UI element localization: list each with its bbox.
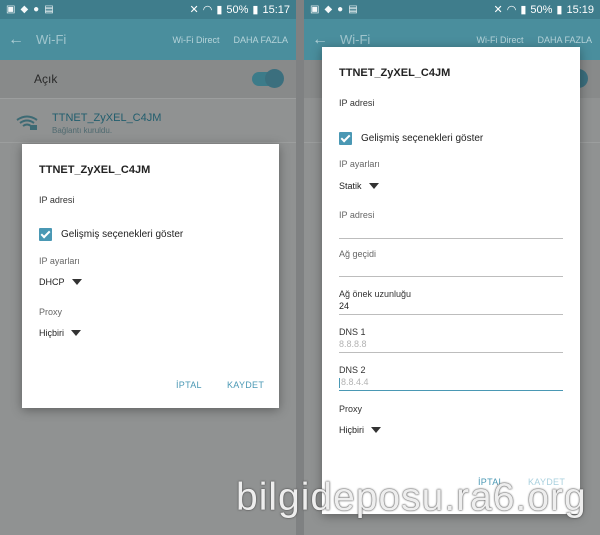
dns2-label: DNS 2	[339, 365, 366, 375]
menu-icon: ▤	[44, 4, 54, 15]
right-screenshot: ▣ ◆ ● ▤ ✕ ◠ ▮ 50% ▮ 15:19 ← Wi-Fi Wi-Fi …	[304, 0, 600, 535]
network-settings-dialog: TTNET_ZyXEL_C4JM IP adresi Gelişmiş seçe…	[322, 47, 580, 514]
wifi-direct-button[interactable]: Wi-Fi Direct	[476, 35, 523, 45]
wifi-toggle-row[interactable]: Açık	[0, 60, 296, 98]
battery-icon: ▮	[252, 4, 259, 16]
dropdown-arrow-icon	[71, 279, 82, 285]
toggle-label: Açık	[34, 72, 58, 86]
clock: 15:17	[262, 3, 290, 16]
wifi-status-icon: ◠	[202, 4, 213, 16]
messenger-icon: ●	[337, 4, 344, 15]
signal-icon: ▮	[216, 4, 223, 16]
dns2-input[interactable]: 8.8.4.4	[339, 377, 563, 391]
dialog-title: TTNET_ZyXEL_C4JM	[39, 164, 151, 176]
proxy-dropdown[interactable]: Hiçbiri	[339, 425, 382, 435]
proxy-value: Hiçbiri	[339, 425, 365, 435]
ip-address-label: IP adresi	[339, 210, 375, 220]
more-button[interactable]: DAHA FAZLA	[233, 35, 288, 45]
network-settings-dialog: TTNET_ZyXEL_C4JM IP adresi Gelişmiş seçe…	[22, 144, 279, 408]
menu-icon: ▤	[348, 4, 358, 15]
messenger-icon: ●	[33, 4, 40, 15]
wifi-lock-icon	[16, 115, 38, 130]
shield-icon: ◆	[20, 4, 29, 15]
save-button[interactable]: KAYDET	[227, 380, 264, 390]
dns1-label: DNS 1	[339, 327, 366, 337]
action-bar: ← Wi-Fi Wi-Fi Direct DAHA FAZLA	[0, 19, 296, 60]
signal-icon: ▮	[520, 4, 527, 16]
clock: 15:19	[566, 3, 594, 16]
dropdown-arrow-icon	[71, 330, 82, 336]
prefix-length-value: 24	[339, 301, 350, 311]
dns2-placeholder: 8.8.4.4	[341, 377, 369, 387]
ip-address-input[interactable]	[339, 225, 563, 239]
notification-icons: ▣ ◆ ● ▤	[310, 4, 358, 15]
gateway-label: Ağ geçidi	[339, 249, 377, 259]
back-arrow-icon[interactable]: ←	[8, 31, 24, 49]
prefix-length-input[interactable]: 24	[339, 301, 563, 315]
ip-settings-value: Statik	[339, 181, 362, 191]
mute-icon: ✕	[493, 4, 503, 16]
status-bar: ▣ ◆ ● ▤ ✕ ◠ ▮ 50% ▮ 15:17	[0, 0, 296, 19]
proxy-value: Hiçbiri	[39, 328, 65, 338]
network-name: TTNET_ZyXEL_C4JM	[52, 111, 162, 124]
advanced-options-checkbox[interactable]: Gelişmiş seçenekleri göster	[39, 228, 183, 241]
left-screenshot: ▣ ◆ ● ▤ ✕ ◠ ▮ 50% ▮ 15:17 ← Wi-Fi Wi-Fi …	[0, 0, 296, 535]
prefix-length-label: Ağ önek uzunluğu	[339, 289, 412, 299]
wifi-direct-button[interactable]: Wi-Fi Direct	[172, 35, 219, 45]
proxy-dropdown[interactable]: Hiçbiri	[39, 328, 82, 338]
dropdown-arrow-icon	[368, 183, 379, 189]
shield-icon: ◆	[324, 4, 333, 15]
gateway-input[interactable]	[339, 263, 563, 277]
notification-icons: ▣ ◆ ● ▤	[6, 4, 54, 15]
ip-settings-dropdown[interactable]: DHCP	[39, 277, 82, 287]
watermark-text: bilgideposu.ra6.org	[236, 476, 587, 519]
text-cursor	[339, 377, 340, 388]
advanced-options-checkbox[interactable]: Gelişmiş seçenekleri göster	[339, 132, 483, 145]
ip-settings-label: IP ayarları	[39, 256, 80, 266]
proxy-label: Proxy	[339, 404, 363, 414]
gallery-icon: ▣	[310, 4, 320, 15]
ip-section-label: IP adresi	[339, 98, 375, 108]
dns1-placeholder: 8.8.8.8	[339, 339, 367, 349]
dialog-title: TTNET_ZyXEL_C4JM	[339, 67, 451, 79]
ip-settings-label: IP ayarları	[339, 159, 380, 169]
divider	[0, 98, 296, 99]
ip-settings-dropdown[interactable]: Statik	[339, 181, 379, 191]
network-status: Bağlantı kuruldu.	[52, 125, 113, 135]
back-arrow-icon[interactable]: ←	[312, 31, 328, 49]
proxy-label: Proxy	[39, 307, 63, 317]
cancel-button[interactable]: İPTAL	[176, 380, 202, 390]
gallery-icon: ▣	[6, 4, 16, 15]
status-bar: ▣ ◆ ● ▤ ✕ ◠ ▮ 50% ▮ 15:19	[304, 0, 600, 19]
ip-section-label: IP adresi	[39, 195, 75, 205]
advanced-options-label: Gelişmiş seçenekleri göster	[61, 229, 184, 240]
checkbox-checked-icon[interactable]	[39, 228, 52, 241]
dns1-input[interactable]: 8.8.8.8	[339, 339, 563, 353]
wifi-toggle-switch[interactable]	[252, 69, 284, 88]
network-list-item[interactable]: TTNET_ZyXEL_C4JM Bağlantı kuruldu.	[0, 104, 296, 142]
ip-settings-value: DHCP	[39, 277, 65, 287]
wifi-status-icon: ◠	[506, 4, 517, 16]
checkbox-checked-icon[interactable]	[339, 132, 352, 145]
advanced-options-label: Gelişmiş seçenekleri göster	[361, 133, 484, 144]
dropdown-arrow-icon	[371, 427, 382, 433]
divider	[0, 142, 296, 143]
mute-icon: ✕	[189, 4, 199, 16]
page-title: Wi-Fi	[340, 32, 371, 47]
page-title: Wi-Fi	[36, 32, 67, 47]
more-button[interactable]: DAHA FAZLA	[537, 35, 592, 45]
battery-icon: ▮	[556, 4, 563, 16]
battery-percent: 50%	[530, 3, 553, 16]
battery-percent: 50%	[226, 3, 249, 16]
